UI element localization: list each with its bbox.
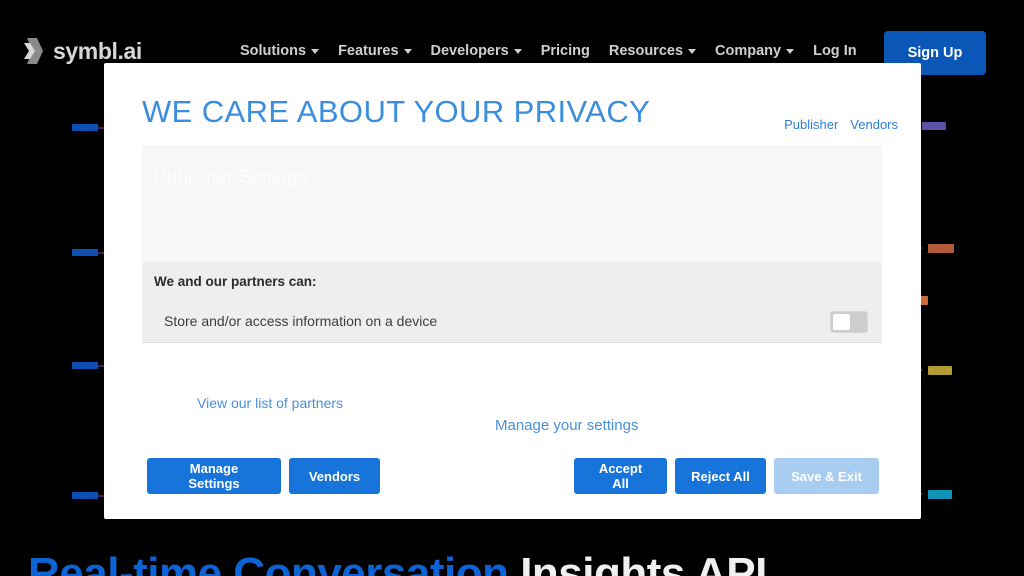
chevron-down-icon: [786, 48, 795, 54]
chevron-down-icon: [688, 48, 697, 54]
purpose-toggle[interactable]: [830, 311, 868, 333]
tab-publisher[interactable]: Publisher: [784, 117, 838, 132]
save-and-exit-button[interactable]: Save & Exit: [774, 458, 879, 494]
nav-item-label: Features: [338, 43, 399, 59]
modal-title: WE CARE ABOUT YOUR PRIVACY: [142, 94, 651, 129]
nav-item-solutions[interactable]: Solutions: [240, 43, 320, 59]
background-bar-right: [922, 122, 946, 130]
purpose-row: Store and/or access information on a dev…: [142, 302, 882, 343]
nav-item-developers[interactable]: Developers: [431, 44, 522, 59]
background-bar-left: [72, 492, 98, 499]
nav-item-label: Pricing: [540, 43, 590, 59]
symbl-arrow-logo-icon: [24, 38, 43, 64]
brand-wordmark: symbl.ai: [53, 37, 142, 64]
vendors-button[interactable]: Vendors: [289, 458, 380, 494]
toggle-knob: [833, 314, 850, 330]
manage-settings-link[interactable]: Manage your settings: [495, 417, 638, 434]
nav-item-label: Solutions: [240, 43, 307, 59]
nav-item-resources[interactable]: Resources: [608, 43, 697, 59]
manage-settings-button[interactable]: Manage Settings: [147, 458, 281, 494]
background-bar-right: [920, 296, 928, 305]
chevron-down-icon: [403, 48, 412, 54]
privacy-consent-modal: WE CARE ABOUT YOUR PRIVACY Publisher Ven…: [104, 63, 921, 519]
partners-statement-label: We and our partners can:: [154, 274, 317, 289]
nav-item-label: Company: [715, 43, 782, 59]
purpose-label: Store and/or access information on a dev…: [164, 313, 438, 329]
reject-all-button[interactable]: Reject All: [675, 458, 766, 494]
accept-all-button[interactable]: Accept All: [574, 458, 667, 494]
nav-item-pricing[interactable]: Pricing: [541, 44, 590, 59]
nav-item-features[interactable]: Features: [338, 43, 412, 59]
publisher-settings-heading: Publisher Settings: [154, 167, 308, 188]
background-bar-left: [72, 362, 98, 369]
hero-headline-blue: Real-time Conversation: [28, 549, 509, 576]
nav-item-label: Developers: [430, 43, 509, 59]
background-bar-left: [72, 249, 98, 256]
chevron-down-icon: [513, 48, 522, 54]
purposes-heading: Purposes: [154, 223, 214, 239]
view-partners-link[interactable]: View our list of partners: [197, 395, 343, 411]
nav-item-label: Resources: [608, 43, 684, 59]
background-bar-right: [928, 490, 952, 499]
hero-headline: Real-time Conversation Insights API: [28, 552, 1018, 576]
background-bar-left: [72, 124, 98, 131]
partners-statement-row: We and our partners can:: [142, 262, 882, 302]
nav-item-label: Log In: [813, 43, 857, 59]
chevron-down-icon: [311, 48, 320, 54]
hero-headline-white: Insights API: [520, 549, 767, 576]
publisher-settings-block: Publisher Settings Purposes: [142, 145, 882, 262]
page-root: Real-time Conversation Insights API symb…: [0, 0, 1024, 576]
nav-item-company[interactable]: Company: [715, 43, 795, 59]
brand-logo[interactable]: symbl.ai: [24, 38, 142, 64]
tab-vendors[interactable]: Vendors: [850, 117, 898, 132]
background-bar-right: [928, 244, 954, 253]
background-bar-right: [928, 366, 952, 375]
nav-item-log-in[interactable]: Log In: [813, 44, 857, 59]
modal-tabs: Publisher Vendors: [784, 117, 898, 132]
nav-links: Solutions Features Developers Pricing Re…: [240, 44, 857, 59]
